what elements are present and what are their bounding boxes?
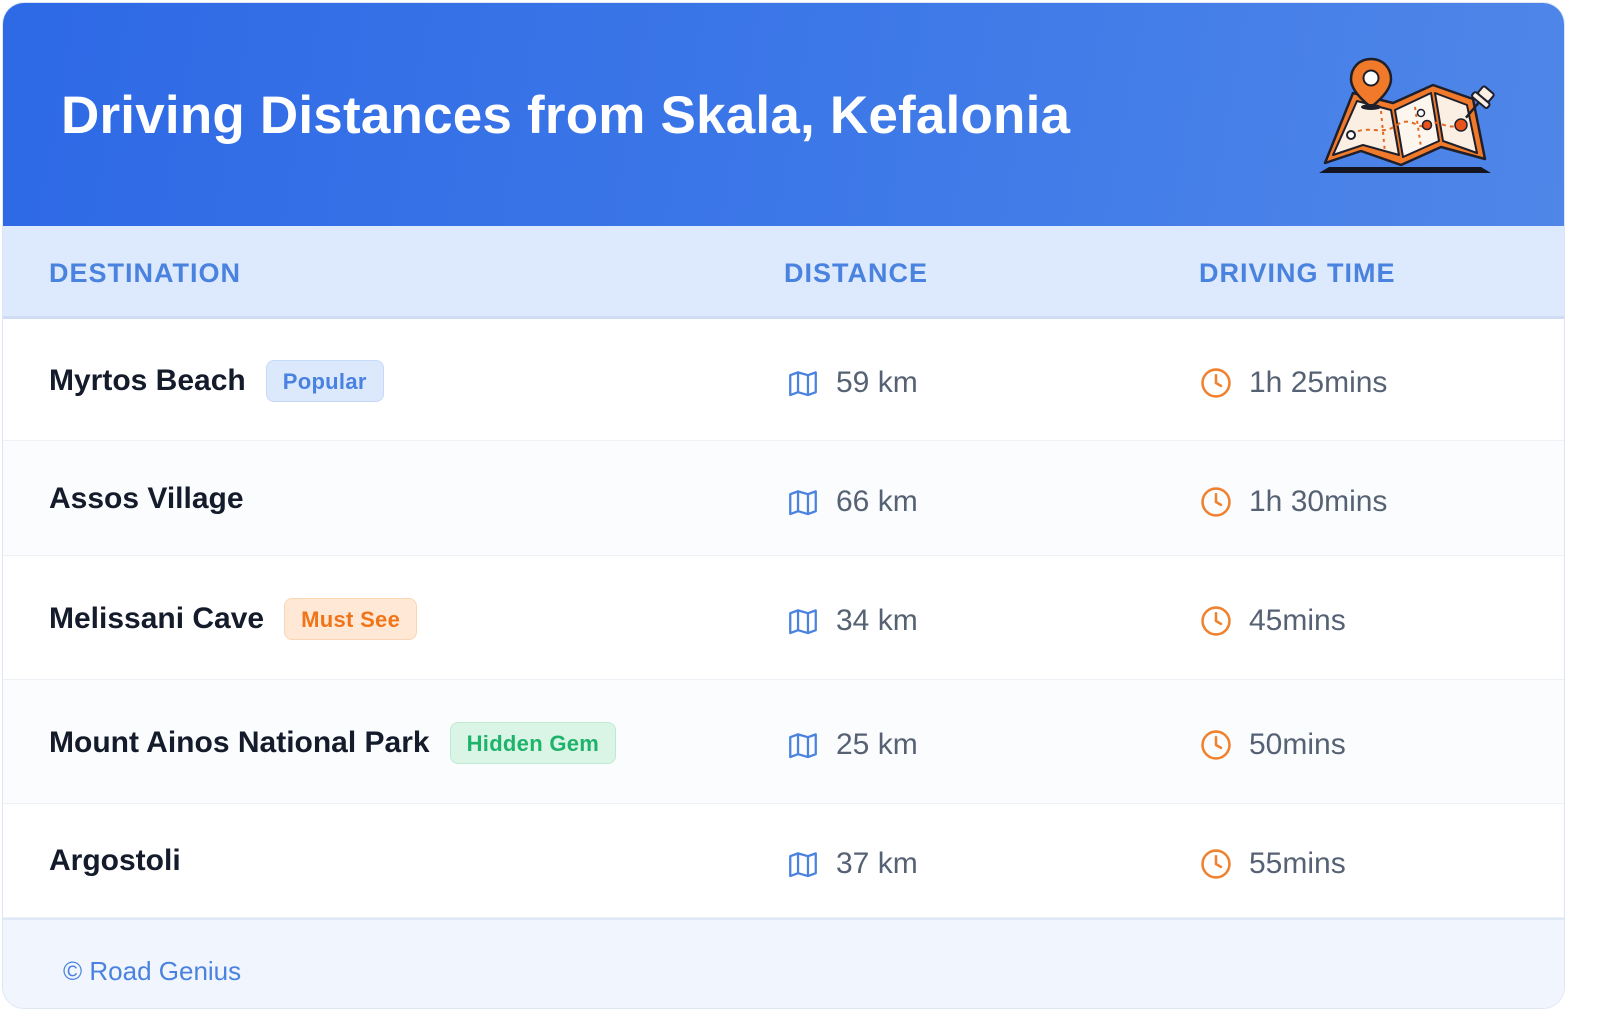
distance-value: 34 km (836, 604, 918, 637)
table-row: Mount Ainos National Park Hidden Gem 25 km… (3, 680, 1564, 804)
distance-card: Driving Distances from Skala, Kefalonia (2, 2, 1565, 1009)
map-icon (786, 847, 820, 881)
destination-badge: Must See (284, 598, 418, 640)
clock-icon (1199, 728, 1233, 762)
destination-cell: Myrtos Beach Popular (49, 360, 384, 402)
driving-time-cell: 1h 25mins (1199, 363, 1387, 403)
driving-time-value: 55mins (1249, 847, 1346, 880)
card-header: Driving Distances from Skala, Kefalonia (3, 3, 1564, 226)
folded-map-with-pin-icon (1319, 57, 1495, 173)
table-row: Melissani Cave Must See 34 km 45mins (3, 556, 1564, 680)
column-header-destination: DESTINATION (49, 258, 241, 288)
destination-name: Myrtos Beach (49, 364, 246, 397)
destination-cell: Melissani Cave Must See (49, 598, 418, 640)
distance-value: 37 km (836, 847, 918, 880)
distance-cell: 25 km (786, 725, 918, 765)
distance-value: 25 km (836, 728, 918, 761)
column-header-driving-time: DRIVING TIME (1199, 258, 1396, 288)
distance-cell: 37 km (786, 844, 918, 884)
driving-time-cell: 55mins (1199, 844, 1346, 884)
destination-badge: Hidden Gem (449, 722, 617, 764)
destination-cell: Assos Village (49, 479, 244, 519)
map-icon (786, 604, 820, 638)
map-icon (786, 366, 820, 400)
table-row: Myrtos Beach Popular 59 km 1h 25mins (3, 319, 1564, 441)
clock-icon (1199, 847, 1233, 881)
table-row: Argostoli 37 km 55mins (3, 804, 1564, 918)
card-footer: © Road Genius (3, 918, 1564, 1008)
destination-name: Melissani Cave (49, 602, 265, 635)
copyright-text: © Road Genius (63, 956, 242, 986)
destination-name: Assos Village (49, 482, 244, 515)
map-icon (786, 485, 820, 519)
distance-cell: 59 km (786, 363, 918, 403)
map-icon (786, 728, 820, 762)
driving-time-value: 50mins (1249, 728, 1346, 761)
column-header-distance: DISTANCE (784, 258, 929, 288)
destination-cell: Argostoli (49, 841, 181, 881)
page-title: Driving Distances from Skala, Kefalonia (61, 86, 1071, 145)
destination-name: Argostoli (49, 844, 181, 877)
driving-time-cell: 50mins (1199, 725, 1346, 765)
table-header-row: DESTINATION DISTANCE DRIVING TIME (3, 226, 1564, 319)
driving-time-cell: 45mins (1199, 601, 1346, 641)
clock-icon (1199, 366, 1233, 400)
clock-icon (1199, 604, 1233, 638)
distance-cell: 66 km (786, 482, 918, 522)
destination-badge: Popular (265, 360, 384, 402)
distance-cell: 34 km (786, 601, 918, 641)
driving-time-value: 1h 25mins (1249, 366, 1388, 399)
destination-cell: Mount Ainos National Park Hidden Gem (49, 722, 617, 764)
destination-name: Mount Ainos National Park (49, 726, 430, 759)
driving-time-value: 45mins (1249, 604, 1346, 637)
driving-time-value: 1h 30mins (1249, 485, 1388, 518)
driving-time-cell: 1h 30mins (1199, 482, 1387, 522)
distance-value: 59 km (836, 366, 918, 399)
clock-icon (1199, 485, 1233, 519)
table-row: Assos Village 66 km 1h 30mins (3, 441, 1564, 556)
distance-value: 66 km (836, 485, 918, 518)
